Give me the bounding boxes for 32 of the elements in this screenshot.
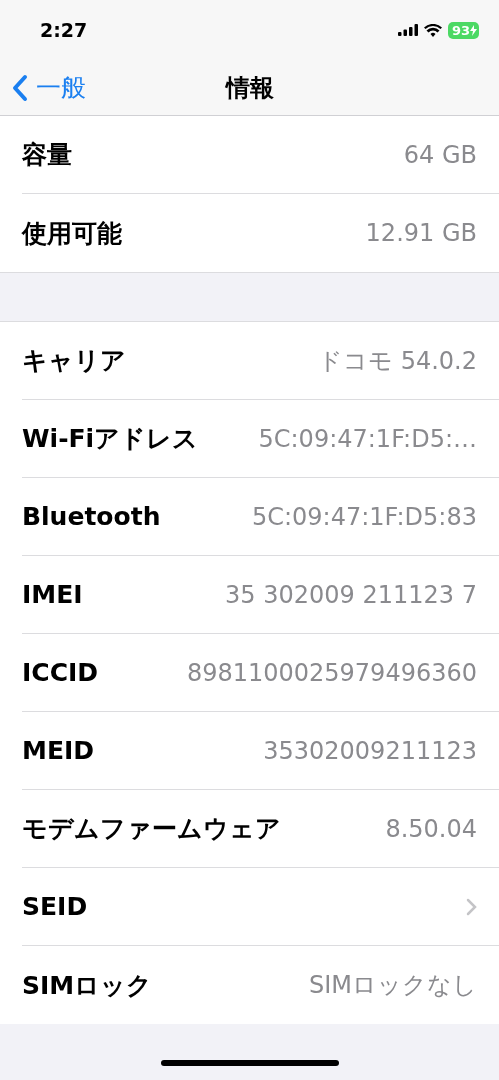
row-value: 12.91 GB [365, 219, 477, 247]
row-value: 35302009211123 [263, 736, 477, 765]
row-value: 8.50.04 [385, 814, 477, 843]
row-label: キャリア [22, 345, 126, 377]
chevron-icon [466, 897, 477, 916]
row-label: Wi-Fiアドレス [22, 423, 199, 455]
row-label: IMEI [22, 580, 83, 609]
back-chevron-icon [12, 73, 28, 102]
row-label: 容量 [22, 139, 72, 171]
home-indicator[interactable] [160, 1060, 339, 1066]
row-value: 5C:09:47:1F:D5:83 [251, 502, 477, 531]
row-value: 35 302009 211123 7 [225, 580, 477, 609]
row-label: SIMロック [22, 969, 153, 1002]
page-title: 情報 [225, 73, 274, 102]
row-value: 5C:09:47:1F:D5:… [258, 424, 477, 453]
row-label: モデムファームウェア [22, 813, 281, 845]
row-label: SEID [22, 892, 88, 921]
row-label: ICCID [22, 658, 99, 687]
row-value: SIMロックなし [308, 970, 477, 1001]
disclosure-row[interactable]: SEID [22, 868, 499, 946]
wifi-icon [423, 23, 442, 37]
row-label: MEID [22, 736, 94, 765]
row-value: ドコモ 54.0.2 [318, 345, 477, 377]
row-label: Bluetooth [22, 502, 161, 531]
row-value: 64 GB [403, 140, 477, 169]
signal-icon [397, 24, 418, 36]
bolt-icon [470, 24, 477, 36]
row-value: 8981100025979496360 [186, 658, 477, 687]
status-time: 2:27 [40, 19, 88, 41]
battery-indicator: 93 [447, 21, 479, 39]
back-button[interactable]: 一般 [0, 71, 86, 104]
row-label: 使用可能 [22, 217, 122, 250]
